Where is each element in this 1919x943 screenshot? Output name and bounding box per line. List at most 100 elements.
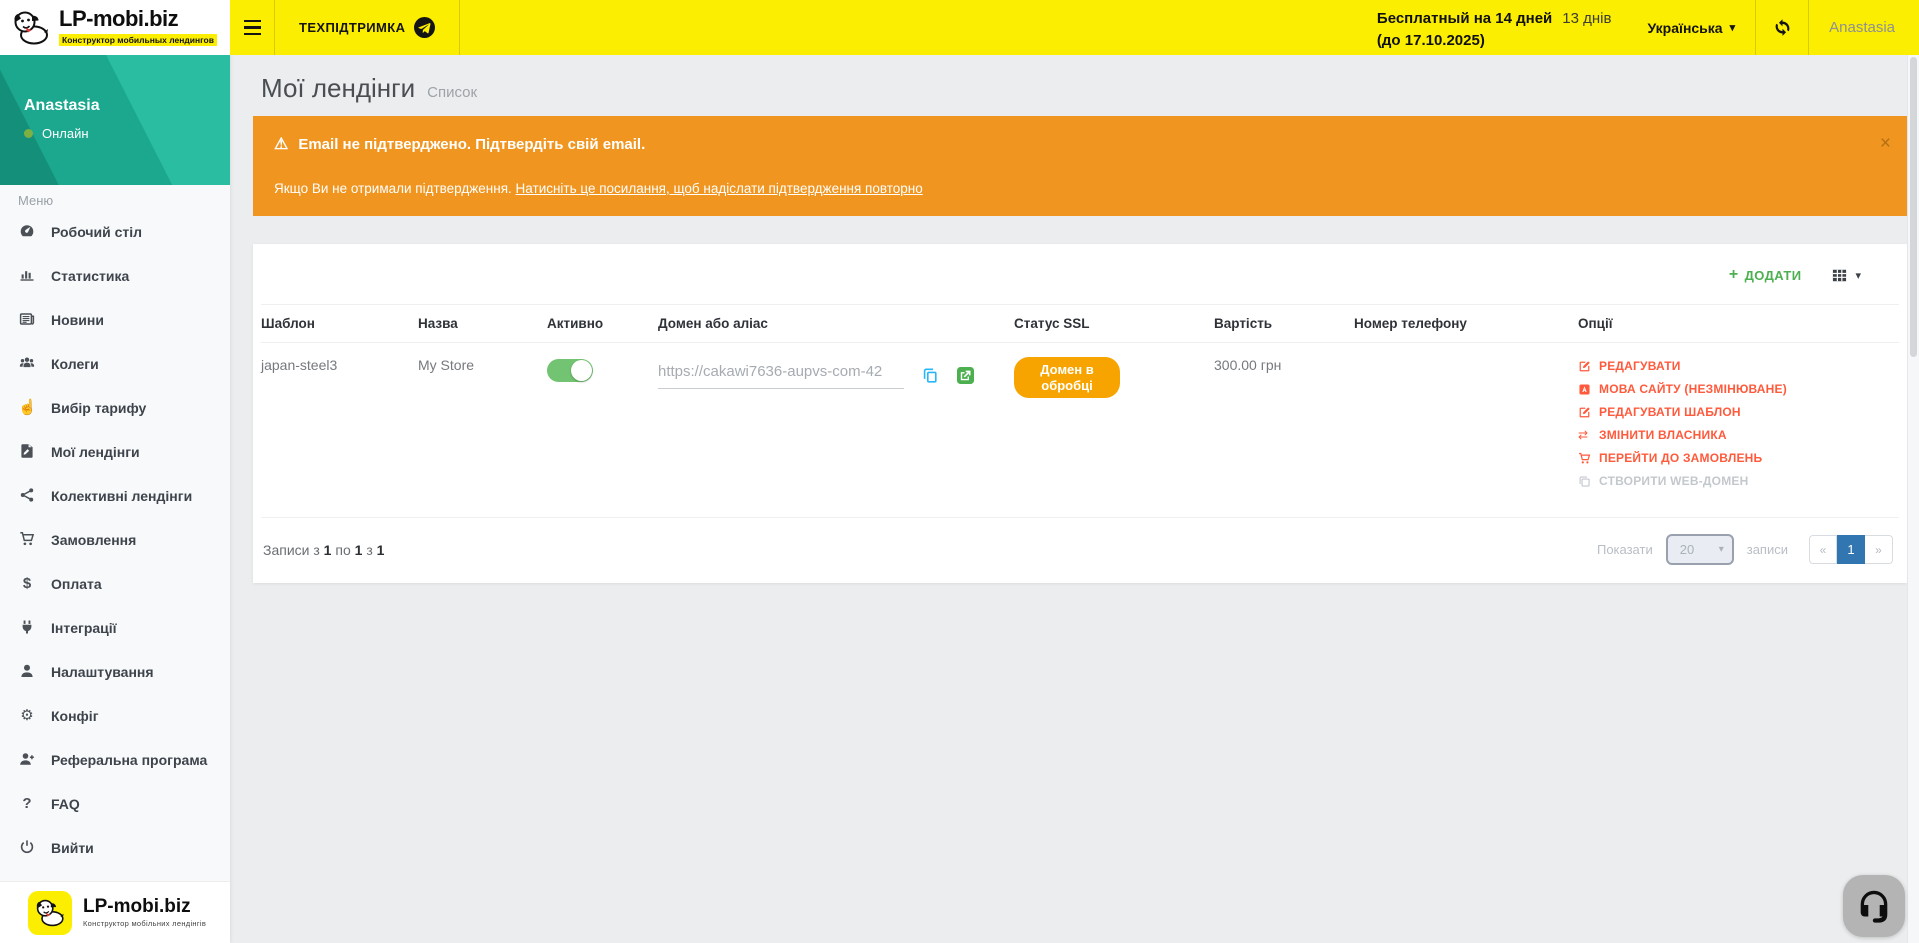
external-link-icon[interactable]: [957, 367, 974, 384]
question-icon: ?: [18, 794, 36, 814]
page-subtitle: Список: [427, 84, 477, 101]
language-selector[interactable]: Українська ▾: [1627, 0, 1755, 55]
main-content: Мої лендінги Список ⚠ Email не підтвердж…: [230, 55, 1919, 943]
cell-phone: [1354, 357, 1578, 497]
option-edit-link[interactable]: РЕДАГУВАТИ: [1578, 359, 1899, 373]
cogs-icon: ⚙: [18, 706, 36, 726]
pagination-prev-button[interactable]: «: [1809, 535, 1837, 564]
chevron-down-icon: ▾: [1719, 544, 1724, 555]
show-label: Показати: [1597, 542, 1653, 557]
sidebar-item-dashboard[interactable]: Робочий стіл: [0, 210, 230, 254]
cell-name: My Store: [418, 357, 547, 497]
row-options: РЕДАГУВАТИ МОВА САЙТУ (НЕЗМІНЮВАНЕ) РЕДА…: [1578, 357, 1899, 497]
dog-logo-icon: [10, 8, 52, 48]
plus-icon: +: [1729, 266, 1739, 284]
pagination-page-1-button[interactable]: 1: [1837, 535, 1865, 564]
sidebar-item-referral[interactable]: Реферальна програма: [0, 738, 230, 782]
landings-table-card: + ДОДАТИ ▾ Шаблон Назва Активно Домен аб…: [253, 244, 1907, 583]
sidebar-item-orders[interactable]: Замовлення: [0, 518, 230, 562]
copy-icon[interactable]: [922, 367, 939, 384]
clone-icon: [1578, 475, 1593, 488]
power-icon: [18, 838, 36, 858]
entries-label: записи: [1747, 542, 1788, 557]
sidebar-item-faq[interactable]: ? FAQ: [0, 782, 230, 826]
close-icon[interactable]: ×: [1880, 134, 1891, 153]
table-row: japan-steel3 My Store Домен в обробці 30…: [261, 343, 1899, 518]
option-change-owner-link[interactable]: ⇄ ЗМІНИТИ ВЛАСНИКА: [1578, 428, 1899, 442]
sidebar-item-statistics[interactable]: Статистика: [0, 254, 230, 298]
users-icon: [18, 354, 36, 374]
sidebar-footer-logo[interactable]: LP-mobi.biz Конструктор мобільних лендін…: [0, 881, 230, 943]
hand-pointer-icon: ☝: [18, 398, 36, 418]
menu-section-label: Меню: [0, 193, 230, 210]
top-bar: LP-mobi.biz Конструктор мобильных лендин…: [0, 0, 1919, 55]
page-size-value: 20: [1680, 542, 1694, 557]
col-name: Назва: [418, 316, 547, 331]
domain-input[interactable]: [658, 357, 904, 389]
cell-template: japan-steel3: [261, 357, 418, 497]
option-go-to-orders-link[interactable]: ПЕРЕЙТИ ДО ЗАМОВЛЕНЬ: [1578, 451, 1899, 465]
col-phone: Номер телефону: [1354, 316, 1578, 331]
dashboard-gauge-icon: [18, 222, 36, 242]
telegram-icon: [414, 17, 435, 38]
table-view-dropdown[interactable]: ▾: [1831, 267, 1861, 284]
sidebar-item-colleagues[interactable]: Колеги: [0, 342, 230, 386]
resend-confirmation-link[interactable]: Натисніть це посилання, щоб надіслати пі…: [516, 181, 923, 196]
app-logo[interactable]: LP-mobi.biz Конструктор мобильных лендин…: [0, 0, 230, 55]
sidebar-item-news[interactable]: Новини: [0, 298, 230, 342]
sidebar-item-logout[interactable]: Вийти: [0, 826, 230, 870]
chevron-down-icon: ▾: [1730, 21, 1736, 34]
pagination: « 1 »: [1809, 535, 1893, 564]
sidebar-toggle-button[interactable]: [230, 0, 275, 55]
footer-logo-title: LP-mobi.biz: [83, 897, 206, 916]
ssl-status-badge: Домен в обробці: [1014, 357, 1120, 398]
logo-title: LP-mobi.biz: [59, 7, 217, 30]
shopping-cart-icon: [1578, 452, 1593, 465]
edit-icon: [1578, 360, 1593, 373]
banner-message: Email не підтверджено. Підтвердіть свій …: [298, 136, 645, 153]
headset-icon: [1855, 887, 1893, 925]
logo-tagline: Конструктор мобильных лендингов: [59, 34, 217, 46]
sidebar-item-tariff[interactable]: ☝ Вибір тарифу: [0, 386, 230, 430]
sidebar-item-integrations[interactable]: Інтеграції: [0, 606, 230, 650]
sidebar-item-settings[interactable]: Налаштування: [0, 650, 230, 694]
language-label: Українська: [1647, 20, 1722, 36]
refresh-button[interactable]: [1755, 0, 1809, 55]
page-size-select[interactable]: 20 ▾: [1666, 534, 1734, 565]
support-chat-button[interactable]: [1843, 875, 1905, 937]
footer-logo-tagline: Конструктор мобільних лендінгів: [83, 919, 206, 928]
sidebar-item-payment[interactable]: $ Оплата: [0, 562, 230, 606]
sidebar-item-collective-landings[interactable]: Колективні лендінги: [0, 474, 230, 518]
col-ssl-status: Статус SSL: [1014, 316, 1214, 331]
refresh-icon: [1773, 18, 1792, 37]
col-template: Шаблон: [261, 316, 418, 331]
tech-support-link[interactable]: ТЕХПІДТРИМКА: [275, 0, 460, 55]
topbar-user-menu[interactable]: Anastasia: [1809, 0, 1919, 55]
col-options: Опції: [1578, 316, 1899, 331]
trial-plan-label: Бесплатный на 14 дней: [1377, 8, 1552, 30]
online-status-label: Онлайн: [42, 126, 89, 141]
sidebar: Anastasia Онлайн Меню Робочий стіл Стати…: [0, 55, 230, 943]
trial-expiry-date: (до 17.10.2025): [1377, 30, 1552, 52]
shopping-cart-icon: [18, 530, 36, 550]
dog-logo-icon: [28, 891, 72, 935]
col-active: Активно: [547, 316, 658, 331]
add-landing-button[interactable]: + ДОДАТИ: [1729, 266, 1802, 284]
scrollbar-thumb[interactable]: [1910, 57, 1917, 357]
chevron-down-icon: ▾: [1855, 269, 1861, 282]
page-header: Мої лендінги Список: [261, 73, 1907, 104]
banner-resend-prefix: Якщо Ви не отримали підтвердження.: [274, 181, 512, 196]
active-toggle[interactable]: [547, 359, 593, 382]
sidebar-item-config[interactable]: ⚙ Конфіг: [0, 694, 230, 738]
pagination-next-button[interactable]: »: [1865, 535, 1893, 564]
sidebar-item-my-landings[interactable]: Мої лендінги: [0, 430, 230, 474]
file-signature-icon: [18, 442, 36, 462]
online-status-dot: [24, 129, 33, 138]
option-site-language-link[interactable]: МОВА САЙТУ (НЕЗМІНЮВАНЕ): [1578, 382, 1899, 396]
table-grid-icon: [1831, 267, 1848, 284]
user-plus-icon: [18, 750, 36, 770]
vertical-scrollbar[interactable]: [1907, 55, 1919, 943]
option-edit-template-link[interactable]: РЕДАГУВАТИ ШАБЛОН: [1578, 405, 1899, 419]
bar-chart-icon: [18, 266, 36, 286]
sidebar-user-panel: Anastasia Онлайн: [0, 55, 230, 185]
